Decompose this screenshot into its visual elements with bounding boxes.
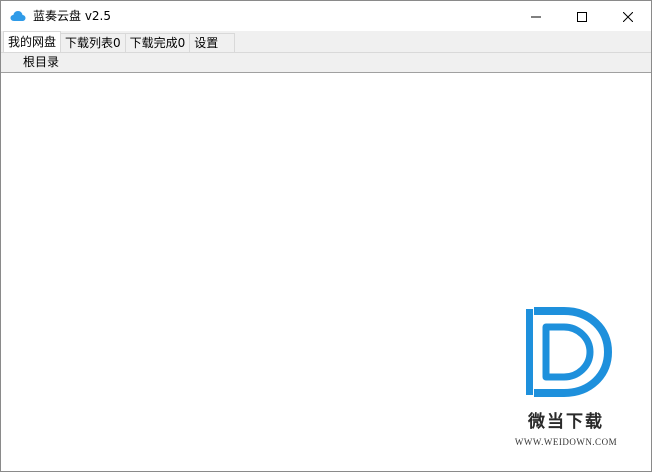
close-button[interactable] <box>605 1 651 31</box>
maximize-button[interactable] <box>559 1 605 31</box>
window-controls <box>513 1 651 31</box>
watermark: 微当下载 WWW.WEIDOWN.COM <box>506 307 626 447</box>
watermark-brand-text: 微当下载 <box>528 412 604 432</box>
app-window: 蓝奏云盘 v2.5 我的网盘 下载列表0 下载完成0 设置 根目录 微当下载 W… <box>0 0 652 472</box>
maximize-icon <box>577 7 587 26</box>
tab-bar: 我的网盘 下载列表0 下载完成0 设置 <box>1 31 651 52</box>
close-icon <box>622 7 634 26</box>
path-bar: 根目录 <box>1 52 651 73</box>
watermark-url-text: WWW.WEIDOWN.COM <box>514 437 618 447</box>
tab-settings[interactable]: 设置 <box>189 33 236 52</box>
tab-download-list[interactable]: 下载列表0 <box>60 33 126 52</box>
tab-my-disk[interactable]: 我的网盘 <box>3 31 62 52</box>
file-list-area[interactable]: 微当下载 WWW.WEIDOWN.COM <box>1 73 651 471</box>
minimize-icon <box>531 7 541 26</box>
path-root-label[interactable]: 根目录 <box>23 55 59 69</box>
tab-download-complete[interactable]: 下载完成0 <box>124 33 191 52</box>
weidown-d-logo <box>506 307 626 401</box>
title-bar[interactable]: 蓝奏云盘 v2.5 <box>1 1 651 31</box>
window-title: 蓝奏云盘 v2.5 <box>33 9 112 23</box>
cloud-icon <box>10 8 26 24</box>
minimize-button[interactable] <box>513 1 559 31</box>
